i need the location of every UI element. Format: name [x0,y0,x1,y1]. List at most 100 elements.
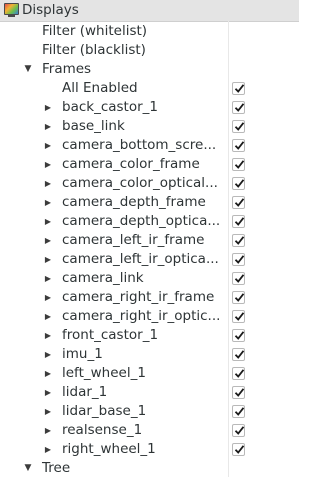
frame-item-row[interactable]: ▶ left_wheel_1 [0,364,299,383]
frame-item-row[interactable]: ▶ camera_color_frame [0,155,299,174]
checkmark-icon [234,388,245,397]
chevron-right-icon[interactable]: ▶ [43,98,53,117]
frame-item-checkbox[interactable] [232,234,245,247]
chevron-right-icon[interactable]: ▶ [43,193,53,212]
checkmark-icon [234,426,245,435]
checkmark-icon [234,407,245,416]
chevron-down-icon[interactable]: ▼ [23,60,33,79]
frame-item-row[interactable]: ▶ realsense_1 [0,421,299,440]
frame-item-label: back_castor_1 [62,99,159,115]
frame-item-row[interactable]: ▶ camera_left_ir_optica... [0,250,299,269]
checkmark-icon [234,255,245,264]
checkmark-icon [234,141,245,150]
chevron-right-icon[interactable]: ▶ [43,212,53,231]
frame-item-row[interactable]: ▶ lidar_1 [0,383,299,402]
chevron-right-icon[interactable]: ▶ [43,364,53,383]
frames-label: Frames [42,61,92,77]
frame-item-checkbox[interactable] [232,139,245,152]
chevron-down-icon[interactable]: ▼ [23,459,33,478]
checkmark-icon [234,331,245,340]
frame-item-row[interactable]: ▶ camera_bottom_scre... [0,136,299,155]
frame-item-label: camera_link [62,270,144,286]
frame-item-row[interactable]: ▶ front_castor_1 [0,326,299,345]
monitor-icon [4,3,19,15]
frame-item-label: lidar_base_1 [62,403,147,419]
checkmark-icon [234,350,245,359]
panel-header: Displays [0,0,299,22]
frame-item-row[interactable]: ▶ imu_1 [0,345,299,364]
checkmark-icon [234,274,245,283]
chevron-right-icon[interactable]: ▶ [43,231,53,250]
frame-item-row[interactable]: ▶ right_wheel_1 [0,440,299,459]
chevron-right-icon[interactable]: ▶ [43,174,53,193]
frame-item-checkbox[interactable] [232,158,245,171]
all-enabled-checkbox[interactable] [232,82,245,95]
filter-blacklist-label: Filter (blacklist) [42,42,146,58]
chevron-right-icon[interactable]: ▶ [43,288,53,307]
frame-item-checkbox[interactable] [232,215,245,228]
chevron-right-icon[interactable]: ▶ [43,136,53,155]
frame-item-row[interactable]: ▶ camera_right_ir_optic... [0,307,299,326]
chevron-right-icon[interactable]: ▶ [43,326,53,345]
checkmark-icon [234,445,245,454]
frame-item-row[interactable]: ▶ camera_depth_frame [0,193,299,212]
all-enabled-label: All Enabled [62,80,138,96]
chevron-right-icon[interactable]: ▶ [43,117,53,136]
chevron-right-icon[interactable]: ▶ [43,307,53,326]
frame-item-label: imu_1 [62,346,103,362]
chevron-right-icon[interactable]: ▶ [43,345,53,364]
frame-item-checkbox[interactable] [232,101,245,114]
frame-item-checkbox[interactable] [232,386,245,399]
frame-item-row[interactable]: ▶ camera_link [0,269,299,288]
frame-item-checkbox[interactable] [232,177,245,190]
checkmark-icon [234,103,245,112]
filter-whitelist-row[interactable]: Filter (whitelist) [0,22,299,41]
displays-panel: Displays Filter (whitelist) Filter (blac… [0,0,299,477]
frame-item-label: camera_right_ir_optic... [62,308,221,324]
frame-item-label: lidar_1 [62,384,108,400]
frame-item-checkbox[interactable] [232,405,245,418]
all-enabled-row[interactable]: All Enabled [0,79,299,98]
frame-item-label: camera_color_optical... [62,175,218,191]
chevron-right-icon[interactable]: ▶ [43,421,53,440]
panel-title: Displays [22,2,79,18]
frame-item-checkbox[interactable] [232,348,245,361]
frame-item-row[interactable]: ▶ camera_depth_optica... [0,212,299,231]
frame-item-checkbox[interactable] [232,367,245,380]
chevron-right-icon[interactable]: ▶ [43,250,53,269]
frame-item-checkbox[interactable] [232,443,245,456]
checkmark-icon [234,179,245,188]
chevron-right-icon[interactable]: ▶ [43,402,53,421]
checkmark-icon [234,160,245,169]
chevron-right-icon[interactable]: ▶ [43,155,53,174]
frame-item-checkbox[interactable] [232,253,245,266]
frame-item-label: camera_bottom_scre... [62,137,217,153]
chevron-right-icon[interactable]: ▶ [43,269,53,288]
frame-item-label: realsense_1 [62,422,143,438]
tree-row[interactable]: ▼ Tree [0,459,299,478]
filter-blacklist-row[interactable]: Filter (blacklist) [0,41,299,60]
checkmark-icon [234,122,245,131]
frame-item-checkbox[interactable] [232,424,245,437]
frame-item-checkbox[interactable] [232,120,245,133]
frame-item-label: front_castor_1 [62,327,159,343]
frame-item-row[interactable]: ▶ lidar_base_1 [0,402,299,421]
frame-item-checkbox[interactable] [232,310,245,323]
chevron-right-icon[interactable]: ▶ [43,440,53,459]
frame-item-checkbox[interactable] [232,329,245,342]
frame-item-row[interactable]: ▶ back_castor_1 [0,98,299,117]
frame-item-row[interactable]: ▶ camera_color_optical... [0,174,299,193]
frame-item-checkbox[interactable] [232,272,245,285]
frames-row[interactable]: ▼ Frames [0,60,299,79]
chevron-right-icon[interactable]: ▶ [43,383,53,402]
frame-item-row[interactable]: ▶ camera_right_ir_frame [0,288,299,307]
checkmark-icon [234,293,245,302]
frame-item-row[interactable]: ▶ camera_left_ir_frame [0,231,299,250]
frame-item-label: camera_left_ir_frame [62,232,205,248]
frame-item-checkbox[interactable] [232,291,245,304]
frame-item-row[interactable]: ▶ base_link [0,117,299,136]
frame-item-checkbox[interactable] [232,196,245,209]
checkmark-icon [234,312,245,321]
filter-whitelist-label: Filter (whitelist) [42,23,148,39]
checkmark-icon [234,84,245,93]
